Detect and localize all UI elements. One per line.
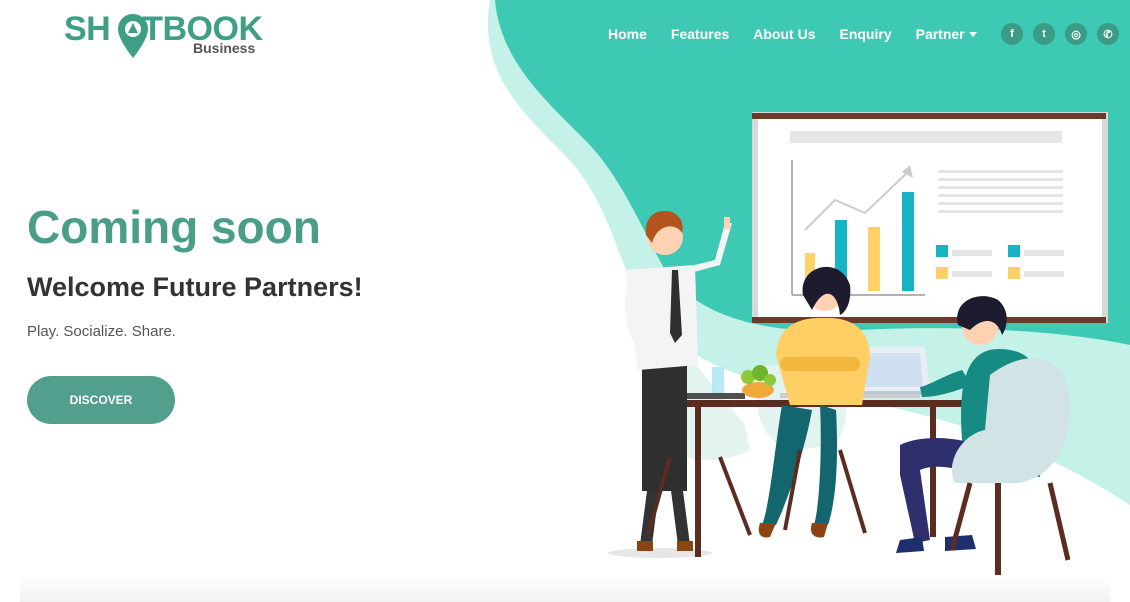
nav-enquiry[interactable]: Enquiry <box>839 26 891 42</box>
shotbook-logo[interactable]: SH TBOOK Business <box>64 8 264 64</box>
whatsapp-icon[interactable]: ✆ <box>1097 23 1119 45</box>
hero-title: Coming soon <box>27 201 321 253</box>
nav-home[interactable]: Home <box>608 26 647 42</box>
twitter-icon[interactable]: t <box>1033 23 1055 45</box>
hero-tagline: Play. Socialize. Share. <box>27 323 176 340</box>
section-divider-shadow <box>20 574 1110 602</box>
nav-about-us[interactable]: About Us <box>753 26 815 42</box>
discover-button[interactable]: DISCOVER <box>27 376 175 424</box>
nav-partner-label: Partner <box>915 26 965 42</box>
nav-partner-dropdown[interactable]: Partner <box>916 26 977 42</box>
map-pin-icon <box>118 14 148 58</box>
main-nav: Home Features About Us Enquiry Partner <box>608 26 1001 42</box>
hero-subtitle: Welcome Future Partners! <box>27 272 363 302</box>
social-links: f t ◎ ✆ <box>1001 23 1129 45</box>
logo-subtitle: Business <box>193 40 256 56</box>
nav-features[interactable]: Features <box>671 26 729 42</box>
facebook-icon[interactable]: f <box>1001 23 1023 45</box>
team-meeting-illustration <box>608 112 1108 575</box>
caret-down-icon <box>968 31 977 37</box>
instagram-icon[interactable]: ◎ <box>1065 23 1087 45</box>
